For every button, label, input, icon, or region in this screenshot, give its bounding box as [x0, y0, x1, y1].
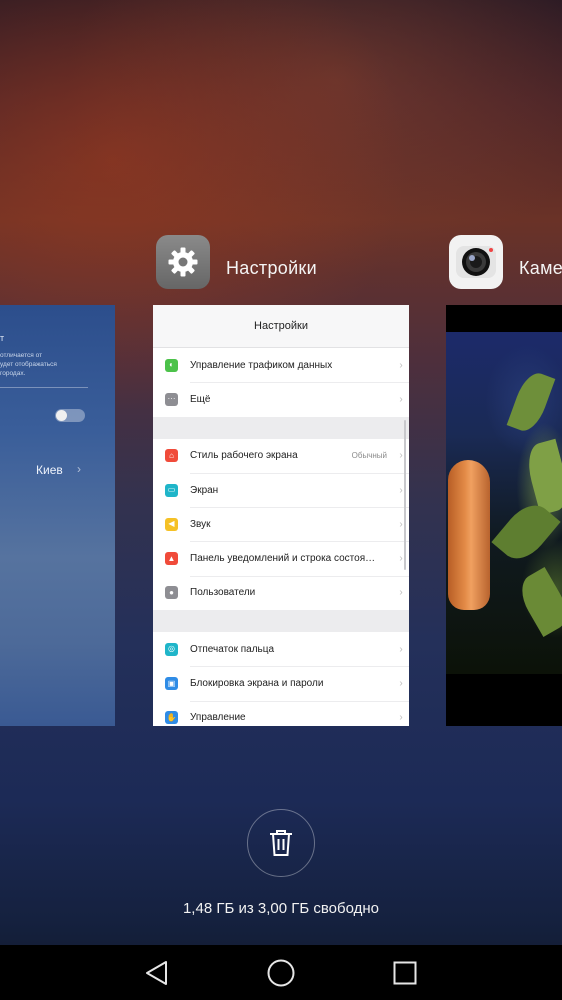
camera-preview-image	[446, 332, 562, 674]
settings-app-icon[interactable]	[156, 235, 210, 289]
left-card-toggle[interactable]	[55, 409, 85, 422]
settings-item-value: Обычный	[351, 451, 387, 461]
settings-item-more[interactable]: ··· Ещё ›	[153, 382, 409, 416]
settings-item-label: Управление	[190, 712, 246, 724]
toggle-knob	[56, 410, 67, 421]
users-icon: ●	[165, 586, 178, 600]
camera-lens-icon	[456, 246, 496, 278]
leaf-shape	[522, 438, 562, 516]
recent-app-card-left[interactable]: т отличается от удет отображаться города…	[0, 305, 115, 726]
left-card-divider	[0, 387, 88, 388]
settings-item-label: Экран	[190, 484, 219, 496]
chevron-right-icon: ›	[399, 553, 403, 565]
trash-icon	[270, 830, 292, 856]
recent-apps-button[interactable]	[389, 957, 421, 989]
fingerprint-icon: ◎	[165, 642, 178, 656]
settings-group-3: ◎ Отпечаток пальца › ▣ Блокировка экрана…	[153, 632, 409, 726]
settings-item-label: Отпечаток пальца	[190, 643, 275, 655]
chevron-right-icon: ›	[77, 462, 81, 476]
recent-app-card-camera[interactable]	[446, 305, 562, 726]
traffic-icon: ◐	[165, 358, 178, 372]
left-card-description: отличается от удет отображаться городах.	[0, 352, 57, 377]
leaf-shape	[506, 368, 556, 436]
memory-status: 1,48 ГБ из 3,00 ГБ свободно	[182, 900, 380, 917]
settings-item-home-style[interactable]: ⌂ Стиль рабочего экрана Обычный ›	[153, 439, 409, 473]
lock-icon: ▣	[165, 677, 178, 691]
chevron-right-icon: ›	[399, 450, 403, 462]
settings-item-label: Управление трафиком данных	[190, 359, 333, 371]
settings-item-lock[interactable]: ▣ Блокировка экрана и пароли ›	[153, 666, 409, 700]
settings-scrollbar[interactable]	[404, 420, 406, 570]
settings-item-label: Ещё	[190, 393, 211, 405]
settings-item-sound[interactable]: ◀ Звук ›	[153, 507, 409, 541]
chevron-right-icon: ›	[399, 712, 403, 724]
settings-group-1: ◐ Управление трафиком данных › ··· Ещё ›	[153, 348, 409, 417]
left-card-title: т	[0, 333, 5, 343]
settings-item-label: Стиль рабочего экрана	[190, 450, 298, 462]
settings-item-traffic[interactable]: ◐ Управление трафиком данных ›	[153, 348, 409, 382]
chevron-right-icon: ›	[399, 643, 403, 655]
chevron-right-icon: ›	[399, 678, 403, 690]
settings-item-label: Панель уведомлений и строка состоя…	[190, 553, 376, 565]
home-button[interactable]	[265, 957, 297, 989]
chevron-right-icon: ›	[399, 587, 403, 599]
chevron-right-icon: ›	[399, 518, 403, 530]
settings-item-fingerprint[interactable]: ◎ Отпечаток пальца ›	[153, 632, 409, 666]
settings-group-2: ⌂ Стиль рабочего экрана Обычный › ▭ Экра…	[153, 438, 409, 611]
home-style-icon: ⌂	[165, 449, 178, 463]
settings-card-header: Настройки	[153, 305, 409, 348]
clear-all-button[interactable]	[247, 809, 315, 877]
settings-item-notifications[interactable]: ▲ Панель уведомлений и строка состоя… ›	[153, 541, 409, 575]
settings-item-label: Пользователи	[190, 587, 256, 599]
left-card-city: Киев	[36, 463, 63, 477]
back-triangle-icon	[146, 961, 167, 985]
camera-app-icon[interactable]	[449, 235, 503, 289]
gourd-shape	[448, 460, 490, 610]
settings-group-gap	[153, 416, 409, 439]
chevron-right-icon: ›	[399, 359, 403, 371]
settings-item-manage[interactable]: ✋ Управление ›	[153, 700, 409, 726]
settings-item-display[interactable]: ▭ Экран ›	[153, 472, 409, 507]
gear-icon	[168, 247, 198, 277]
settings-app-title: Настройки	[226, 258, 317, 278]
chevron-right-icon: ›	[399, 393, 403, 405]
recent-square-icon	[393, 961, 417, 985]
back-button[interactable]	[141, 957, 173, 989]
camera-app-title: Камера	[519, 258, 562, 278]
settings-item-label: Звук	[190, 518, 211, 530]
navigation-bar	[0, 945, 562, 1000]
chevron-right-icon: ›	[399, 484, 403, 496]
display-icon: ▭	[165, 483, 178, 497]
home-circle-icon	[267, 959, 295, 987]
recent-apps-screen: т отличается от удет отображаться города…	[0, 0, 562, 945]
manage-icon: ✋	[165, 711, 178, 725]
settings-item-users[interactable]: ● Пользователи ›	[153, 575, 409, 610]
settings-group-gap	[153, 610, 409, 633]
leaf-shape	[513, 567, 562, 637]
recent-app-card-settings[interactable]: Настройки ◐ Управление трафиком данных ›…	[153, 305, 409, 726]
sound-icon: ◀	[165, 517, 178, 531]
more-icon: ···	[165, 392, 178, 406]
notification-icon: ▲	[165, 552, 178, 566]
settings-item-label: Блокировка экрана и пароли	[190, 678, 324, 690]
